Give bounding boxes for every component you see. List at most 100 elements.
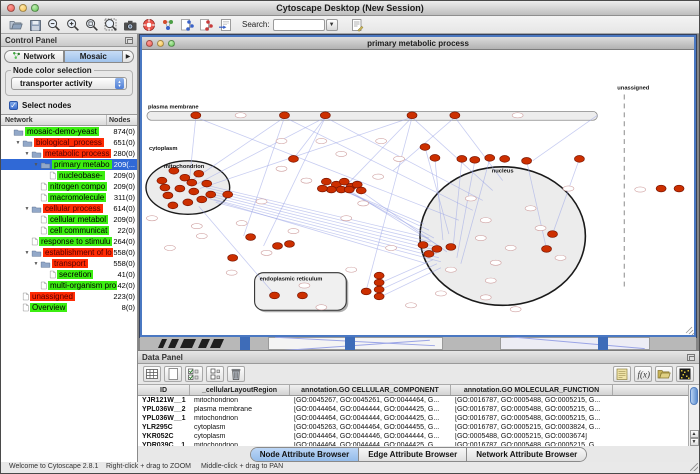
import-network-red-icon[interactable] <box>196 17 215 33</box>
tab-network-attribute-browser[interactable]: Network Attribute Browser <box>467 448 586 461</box>
float-panel-icon[interactable] <box>125 37 133 44</box>
scrollbar-thumb[interactable] <box>690 387 698 405</box>
gene-node[interactable] <box>374 279 384 286</box>
tree-row-mosaic-demo-yeast[interactable]: mosaic-demo-yeast874(0) <box>1 126 137 137</box>
tree-row-establishment-of-lo[interactable]: ▼establishment of lo558(0) <box>1 247 137 258</box>
edge[interactable] <box>202 196 427 263</box>
expand-arrow-icon[interactable]: ▼ <box>32 261 40 267</box>
new-attribute-icon[interactable] <box>164 366 182 382</box>
gene-node[interactable] <box>168 202 178 209</box>
gene-node[interactable] <box>189 188 199 195</box>
tree-row-overview[interactable]: Overview8(0) <box>1 302 137 313</box>
open-session-icon[interactable] <box>6 17 25 33</box>
import-network-blue-icon[interactable] <box>177 17 196 33</box>
gene-node[interactable] <box>270 292 280 299</box>
gene-node[interactable] <box>187 179 197 186</box>
frame-minimize-button[interactable] <box>157 40 164 47</box>
save-session-icon[interactable] <box>25 17 44 33</box>
gene-node[interactable] <box>317 185 327 192</box>
expand-arrow-icon[interactable]: ▼ <box>32 162 40 168</box>
select-nodes-checkbox[interactable]: ✓ <box>9 101 18 110</box>
tree-row-response-to-stimulu[interactable]: response to stimulu264(0) <box>1 236 137 247</box>
edge[interactable] <box>192 117 285 180</box>
table-row-YKR052C[interactable]: YKR052Ccytoplasm[GO:0044464, GO:0044446,… <box>138 432 688 441</box>
edge[interactable] <box>293 117 325 159</box>
gene-node[interactable] <box>450 112 460 119</box>
gene-node[interactable] <box>228 254 238 261</box>
scroll-down-button[interactable]: ▼ <box>690 438 699 446</box>
tab-node-attribute-browser[interactable]: Node Attribute Browser <box>251 448 360 461</box>
edge[interactable] <box>244 117 285 236</box>
column-header-3[interactable]: annotation.GO MOLECULAR_FUNCTION <box>451 385 613 395</box>
tab-network[interactable]: Network <box>4 50 64 63</box>
tree-row-cell-communicat[interactable]: cell communicat22(0) <box>1 225 137 236</box>
expand-arrow-icon[interactable]: ▼ <box>23 151 31 157</box>
gene-node[interactable] <box>424 250 434 257</box>
help-icon[interactable] <box>139 17 158 33</box>
network-graph[interactable]: plasma membranecytoplasmmitochondrionnuc… <box>142 50 694 335</box>
column-nodes[interactable]: Nodes <box>107 117 137 124</box>
gene-node[interactable] <box>374 272 384 279</box>
minimize-button[interactable] <box>19 4 27 12</box>
tab-mosaic[interactable]: Mosaic <box>64 50 124 63</box>
gene-node[interactable] <box>194 170 204 177</box>
node-color-dropdown[interactable]: transporter activity ▲▼ <box>11 77 127 90</box>
attribute-matrix-icon[interactable] <box>676 366 694 382</box>
zoom-in-icon[interactable] <box>63 17 82 33</box>
tree-row-nitrogen-compo[interactable]: nitrogen compo209(0) <box>1 181 137 192</box>
network-view-frame[interactable]: primary metabolic process plasma membran… <box>140 35 696 337</box>
edge[interactable] <box>379 264 437 291</box>
gene-node[interactable] <box>206 191 216 198</box>
table-row-YPL036W__1[interactable]: YPL036W__1mitochondrion[GO:0044464, GO:0… <box>138 414 688 423</box>
edge[interactable] <box>379 268 441 298</box>
edge[interactable] <box>284 117 472 210</box>
gene-node[interactable] <box>163 192 173 199</box>
expand-arrow-icon[interactable]: ▼ <box>14 140 22 146</box>
unselect-attributes-icon[interactable] <box>206 366 224 382</box>
function-builder-icon[interactable]: f(x) <box>634 366 652 382</box>
resize-grip[interactable] <box>690 463 698 471</box>
zoom-fit-icon[interactable] <box>101 17 120 33</box>
table-row-YPL036W__2[interactable]: YPL036W__2plasma membrane[GO:0044464, GO… <box>138 405 688 414</box>
import-attributes-icon[interactable] <box>655 366 673 382</box>
frame-close-button[interactable] <box>146 40 153 47</box>
gene-node[interactable] <box>470 156 480 163</box>
gene-node[interactable] <box>356 187 366 194</box>
edge[interactable] <box>214 199 439 257</box>
gene-node[interactable] <box>183 199 193 206</box>
gene-node[interactable] <box>191 112 201 119</box>
frame-zoom-button[interactable] <box>168 40 175 47</box>
gene-node[interactable] <box>374 286 384 293</box>
table-row-YLR295C[interactable]: YLR295Ccytoplasm[GO:0045263, GO:0044464,… <box>138 423 688 432</box>
gene-node[interactable] <box>522 157 532 164</box>
tree-row-transport[interactable]: ▼transport558(0) <box>1 258 137 269</box>
gene-node[interactable] <box>320 112 330 119</box>
column-header-2[interactable]: annotation.GO CELLULAR_COMPONENT <box>290 385 451 395</box>
gene-node[interactable] <box>344 186 354 193</box>
snapshot-icon[interactable] <box>120 17 139 33</box>
zoom-out-icon[interactable] <box>44 17 63 33</box>
plasma-membrane-region[interactable] <box>147 111 597 120</box>
tree-row-multi-organism-pro[interactable]: multi-organism pro42(0) <box>1 280 137 291</box>
zoom-button[interactable] <box>31 4 39 12</box>
gene-node[interactable] <box>430 155 440 162</box>
table-mode-icon[interactable] <box>143 366 161 382</box>
gene-node[interactable] <box>280 112 290 119</box>
edge[interactable] <box>204 185 429 238</box>
gene-node[interactable] <box>288 155 298 162</box>
gene-node[interactable] <box>446 244 456 251</box>
edge[interactable] <box>533 115 598 161</box>
close-button[interactable] <box>7 4 15 12</box>
search-options-dropdown[interactable]: ▼ <box>326 19 338 31</box>
gene-node[interactable] <box>284 241 294 248</box>
gene-node[interactable] <box>407 112 417 119</box>
scroll-up-button[interactable]: ▲ <box>690 430 699 438</box>
column-network[interactable]: Network <box>1 115 107 125</box>
gene-node[interactable] <box>432 246 442 253</box>
edge[interactable] <box>379 260 433 284</box>
gene-node[interactable] <box>485 155 495 162</box>
vizmapper-icon[interactable] <box>158 17 177 33</box>
gene-node[interactable] <box>548 231 558 238</box>
gene-node[interactable] <box>160 184 170 191</box>
tree-row-biological-process[interactable]: ▼biological_process651(0) <box>1 137 137 148</box>
